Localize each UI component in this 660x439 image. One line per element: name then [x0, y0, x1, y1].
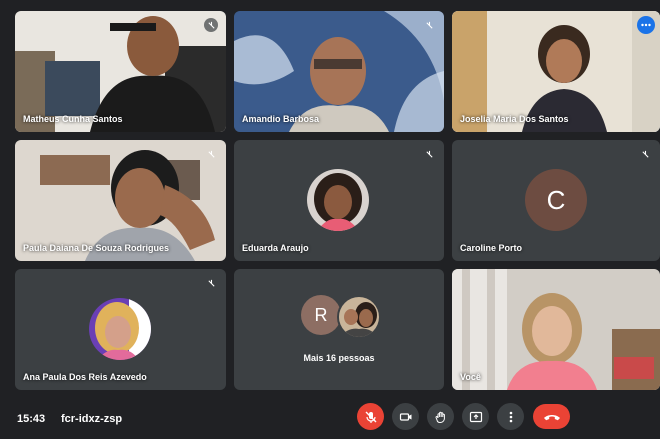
participant-tile-eduarda[interactable]: Eduarda Araujo: [234, 140, 444, 261]
hand-icon: [435, 411, 445, 423]
more-participants-label: Mais 16 pessoas: [303, 353, 375, 363]
participant-name: Matheus Cunha Santos: [23, 114, 123, 124]
camera-icon: [399, 412, 411, 421]
more-participants-tile[interactable]: R Mais 16 pessoas: [234, 269, 444, 390]
participant-name: Amandio Barbosa: [242, 114, 320, 124]
mic-off-icon: [365, 411, 376, 423]
avatar: [89, 298, 151, 360]
muted-icon: [422, 147, 436, 161]
participant-tile-caroline[interactable]: C Caroline Porto: [452, 140, 660, 261]
more-options-button[interactable]: [497, 403, 524, 430]
participant-tile-self[interactable]: Você: [452, 269, 660, 390]
muted-icon: [204, 18, 218, 32]
avatar-initial: R: [314, 304, 328, 325]
participant-tile-amandio[interactable]: Amandio Barbosa: [234, 11, 444, 132]
clock-text: 15:43: [17, 413, 46, 425]
participant-tile-joselia[interactable]: Joselia Maria Dos Santos: [452, 11, 660, 132]
microphone-off-button[interactable]: [357, 403, 384, 430]
avatar: [337, 295, 381, 339]
muted-icon: [638, 147, 652, 161]
participant-tile-paula[interactable]: Paula Daiana De Souza Rodrigues: [15, 140, 226, 261]
muted-icon: [204, 147, 218, 161]
meeting-code: fcr-idxz-zsp: [61, 413, 123, 425]
present-icon: [469, 411, 482, 422]
leave-call-button[interactable]: [533, 404, 570, 429]
participant-name: Caroline Porto: [460, 243, 523, 253]
muted-icon: [422, 18, 436, 32]
present-screen-button[interactable]: [462, 403, 489, 430]
muted-icon: [204, 276, 218, 290]
participant-video: [452, 269, 660, 390]
raise-hand-button[interactable]: [427, 403, 454, 430]
participant-name: Paula Daiana De Souza Rodrigues: [23, 243, 170, 253]
more-vert-icon: [509, 411, 512, 422]
participant-name: Você: [460, 372, 481, 382]
camera-button[interactable]: [392, 403, 419, 430]
more-options-icon[interactable]: [637, 16, 655, 34]
avatar: [307, 169, 369, 231]
avatar: R: [301, 295, 341, 335]
participant-name: Ana Paula Dos Reis Azevedo: [23, 372, 147, 382]
hang-up-icon: [543, 414, 560, 420]
participant-tile-ana-paula[interactable]: Ana Paula Dos Reis Azevedo: [15, 269, 226, 390]
avatar: C: [525, 169, 587, 231]
participant-tile-matheus[interactable]: Matheus Cunha Santos: [15, 11, 226, 132]
participant-name: Joselia Maria Dos Santos: [460, 114, 569, 124]
avatar-initial: C: [546, 184, 566, 215]
participant-name: Eduarda Araujo: [242, 243, 309, 253]
